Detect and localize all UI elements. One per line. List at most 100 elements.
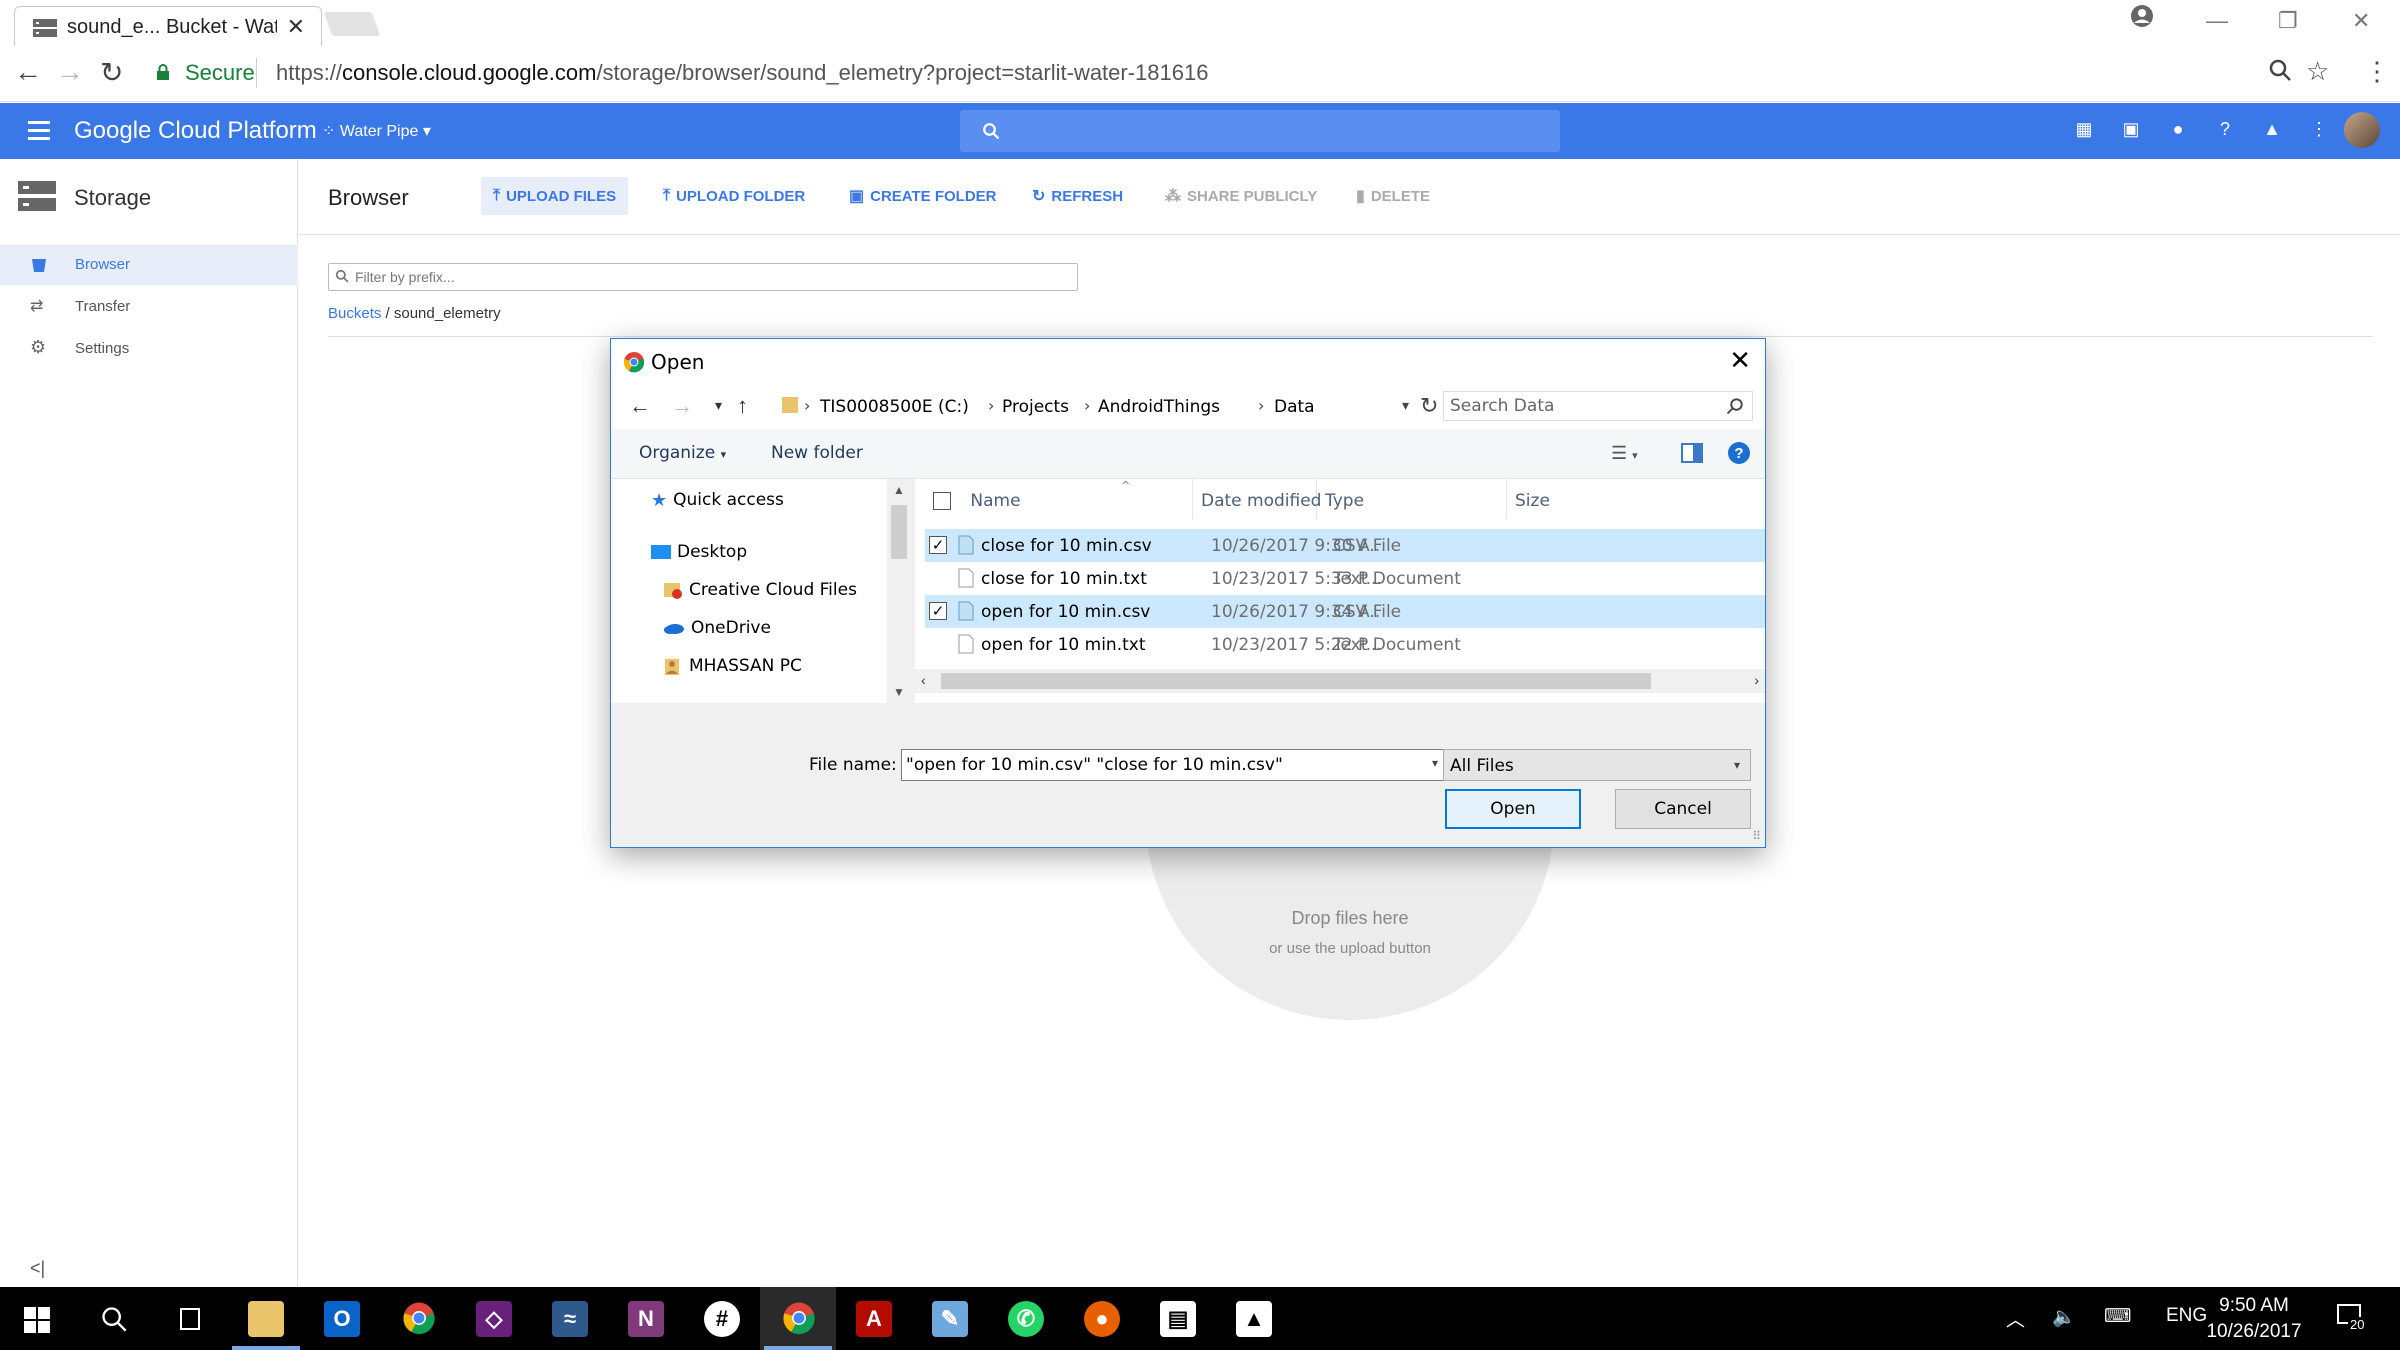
file-row[interactable]: ✓ close for 10 min.csv 10/26/2017 9:30 A… (925, 529, 1765, 562)
share-publicly-button[interactable]: ⁂ SHARE PUBLICLY (1153, 177, 1329, 215)
taskbar-paint[interactable]: ✎ (912, 1287, 988, 1350)
forward-icon[interactable]: → (56, 56, 84, 88)
minimize-icon[interactable]: — (2206, 8, 2228, 34)
taskbar-acrobat[interactable]: A (836, 1287, 912, 1350)
delete-button[interactable]: ▮ DELETE (1344, 177, 1442, 215)
taskbar-slack[interactable]: # (684, 1287, 760, 1350)
upload-folder-button[interactable]: ⤒ UPLOAD FOLDER (651, 177, 817, 215)
browser-tab[interactable]: sound_e... Bucket - Water ✕ (14, 6, 322, 46)
taskbar-onenote[interactable]: N (608, 1287, 684, 1350)
chevron-down-icon[interactable]: ▾ (1432, 756, 1438, 770)
taskbar-file-explorer[interactable] (228, 1287, 304, 1350)
taskbar-clock[interactable]: 9:50 AM 10/26/2017 (2186, 1293, 2322, 1345)
tray-overflow-icon[interactable]: ︿ (2006, 1305, 2025, 1332)
path-segment-projects[interactable]: Projects (1002, 397, 1069, 417)
restore-icon[interactable]: ❐ (2278, 8, 2298, 34)
dialog-refresh-icon[interactable]: ↻ (1420, 394, 1438, 419)
dialog-forward-icon[interactable]: → (671, 393, 693, 419)
taskbar-outlook[interactable]: O (304, 1287, 380, 1350)
task-view-button[interactable] (152, 1287, 228, 1350)
new-folder-button[interactable]: New folder (771, 443, 863, 463)
filter-input[interactable] (355, 266, 1055, 288)
refresh-button[interactable]: ↻ REFRESH (1020, 177, 1135, 215)
taskbar-visual-studio[interactable]: ◇ (456, 1287, 532, 1350)
column-header-type[interactable]: Type (1317, 479, 1507, 519)
taskbar-chrome[interactable] (380, 1287, 456, 1350)
scroll-down-icon[interactable]: ▼ (893, 685, 905, 699)
recent-locations-icon[interactable]: ▾ (715, 397, 722, 414)
help-icon[interactable]: ? (2214, 119, 2236, 141)
dialog-path-bar[interactable]: › TIS0008500E (C:) › Projects › AndroidT… (775, 391, 1438, 421)
nav-item-quick-access[interactable]: ★ Quick access (651, 485, 784, 515)
file-checkbox[interactable]: ✓ (929, 536, 947, 554)
start-button[interactable] (0, 1287, 76, 1350)
breadcrumb-buckets-link[interactable]: Buckets (328, 305, 381, 322)
file-row[interactable]: open for 10 min.txt 10/23/2017 5:22 P...… (925, 628, 1765, 661)
nav-item-desktop[interactable]: Desktop (651, 537, 747, 567)
open-button[interactable]: Open (1445, 789, 1581, 829)
tab-close-icon[interactable]: ✕ (287, 14, 305, 40)
chrome-menu-icon[interactable]: ⋮ (2364, 56, 2390, 87)
file-name-combobox[interactable]: ▾ (901, 749, 1445, 781)
file-list-hscrollbar[interactable]: ‹ › (915, 669, 1765, 693)
sidebar-item-settings[interactable]: ⚙ Settings (0, 329, 298, 369)
taskbar-photos[interactable]: ▲ (1216, 1287, 1292, 1350)
scroll-right-icon[interactable]: › (1754, 672, 1759, 688)
taskbar-firefox[interactable]: ● (1064, 1287, 1140, 1350)
preview-pane-icon[interactable] (1681, 443, 1703, 468)
scroll-thumb[interactable] (941, 673, 1651, 689)
profile-icon[interactable] (2130, 4, 2154, 34)
cancel-button[interactable]: Cancel (1615, 789, 1751, 829)
upload-files-button[interactable]: ⤒ UPLOAD FILES (481, 177, 629, 215)
help-icon[interactable]: ? (1727, 441, 1751, 470)
notifications-icon[interactable]: ▲ (2261, 119, 2283, 141)
gift-icon[interactable]: ▦ (2073, 119, 2095, 141)
dialog-close-icon[interactable]: ✕ (1729, 345, 1751, 376)
path-history-chevron-icon[interactable]: ▾ (1402, 398, 1409, 414)
collapse-sidebar-icon[interactable]: <| (30, 1258, 45, 1279)
more-vert-icon[interactable]: ⋮ (2308, 119, 2330, 141)
keyboard-icon[interactable]: ⌨ (2104, 1305, 2131, 1328)
back-icon[interactable]: ← (14, 56, 42, 88)
console-search-input[interactable] (960, 110, 1560, 152)
scroll-up-icon[interactable]: ▲ (893, 483, 905, 497)
project-selector[interactable]: ⁘ Water Pipe ▾ (322, 121, 431, 141)
nav-pane-scrollbar[interactable]: ▲ ▼ (887, 479, 911, 703)
taskbar-app[interactable]: ≈ (532, 1287, 608, 1350)
column-header-size[interactable]: Size (1507, 479, 1765, 519)
nav-item-this-pc[interactable]: MHASSAN PC (663, 651, 802, 681)
file-name-input[interactable] (906, 754, 1406, 776)
dialog-back-icon[interactable]: ← (629, 393, 651, 419)
url-field[interactable]: https://console.cloud.google.com/storage… (276, 60, 1208, 86)
filter-input-box[interactable] (328, 263, 1078, 291)
view-options-icon[interactable]: ☰ ▾ (1611, 443, 1638, 464)
file-checkbox[interactable]: ✓ (929, 602, 947, 620)
nav-item-onedrive[interactable]: OneDrive (663, 613, 771, 643)
feedback-icon[interactable]: ● (2167, 119, 2189, 141)
nav-item-creative-cloud[interactable]: Creative Cloud Files (663, 575, 857, 605)
avatar[interactable] (2344, 112, 2380, 148)
zoom-search-icon[interactable] (2268, 58, 2292, 89)
file-row[interactable]: ✓ open for 10 min.csv 10/26/2017 9:34 A.… (925, 595, 1765, 628)
taskbar-whatsapp[interactable]: ✆ (988, 1287, 1064, 1350)
resize-grip-icon[interactable]: ⠿ (1752, 829, 1761, 843)
menu-icon[interactable] (28, 121, 50, 140)
reload-icon[interactable]: ↻ (100, 56, 123, 89)
bookmark-star-icon[interactable]: ☆ (2306, 56, 2329, 87)
cloud-shell-icon[interactable]: ▣ (2120, 119, 2142, 141)
scroll-left-icon[interactable]: ‹ (921, 672, 926, 688)
up-folder-icon[interactable]: ↑ (737, 393, 748, 419)
file-row[interactable]: close for 10 min.txt 10/23/2017 5:33 P..… (925, 562, 1765, 595)
product-title[interactable]: Google Cloud Platform (74, 117, 317, 145)
taskbar-movies[interactable]: ▤ (1140, 1287, 1216, 1350)
dialog-search-input[interactable] (1450, 395, 1720, 417)
path-segment-data[interactable]: Data (1274, 397, 1315, 417)
file-type-select[interactable]: All Files ▾ (1443, 749, 1751, 781)
sidebar-item-browser[interactable]: Browser (0, 245, 298, 285)
scroll-thumb[interactable] (891, 505, 907, 559)
dialog-search-box[interactable] (1443, 391, 1753, 421)
sidebar-item-transfer[interactable]: ⇄ Transfer (0, 287, 298, 327)
path-segment-drive[interactable]: TIS0008500E (C:) (820, 397, 969, 417)
volume-icon[interactable]: 🔈 (2052, 1305, 2076, 1329)
path-segment-androidthings[interactable]: AndroidThings (1098, 397, 1220, 417)
